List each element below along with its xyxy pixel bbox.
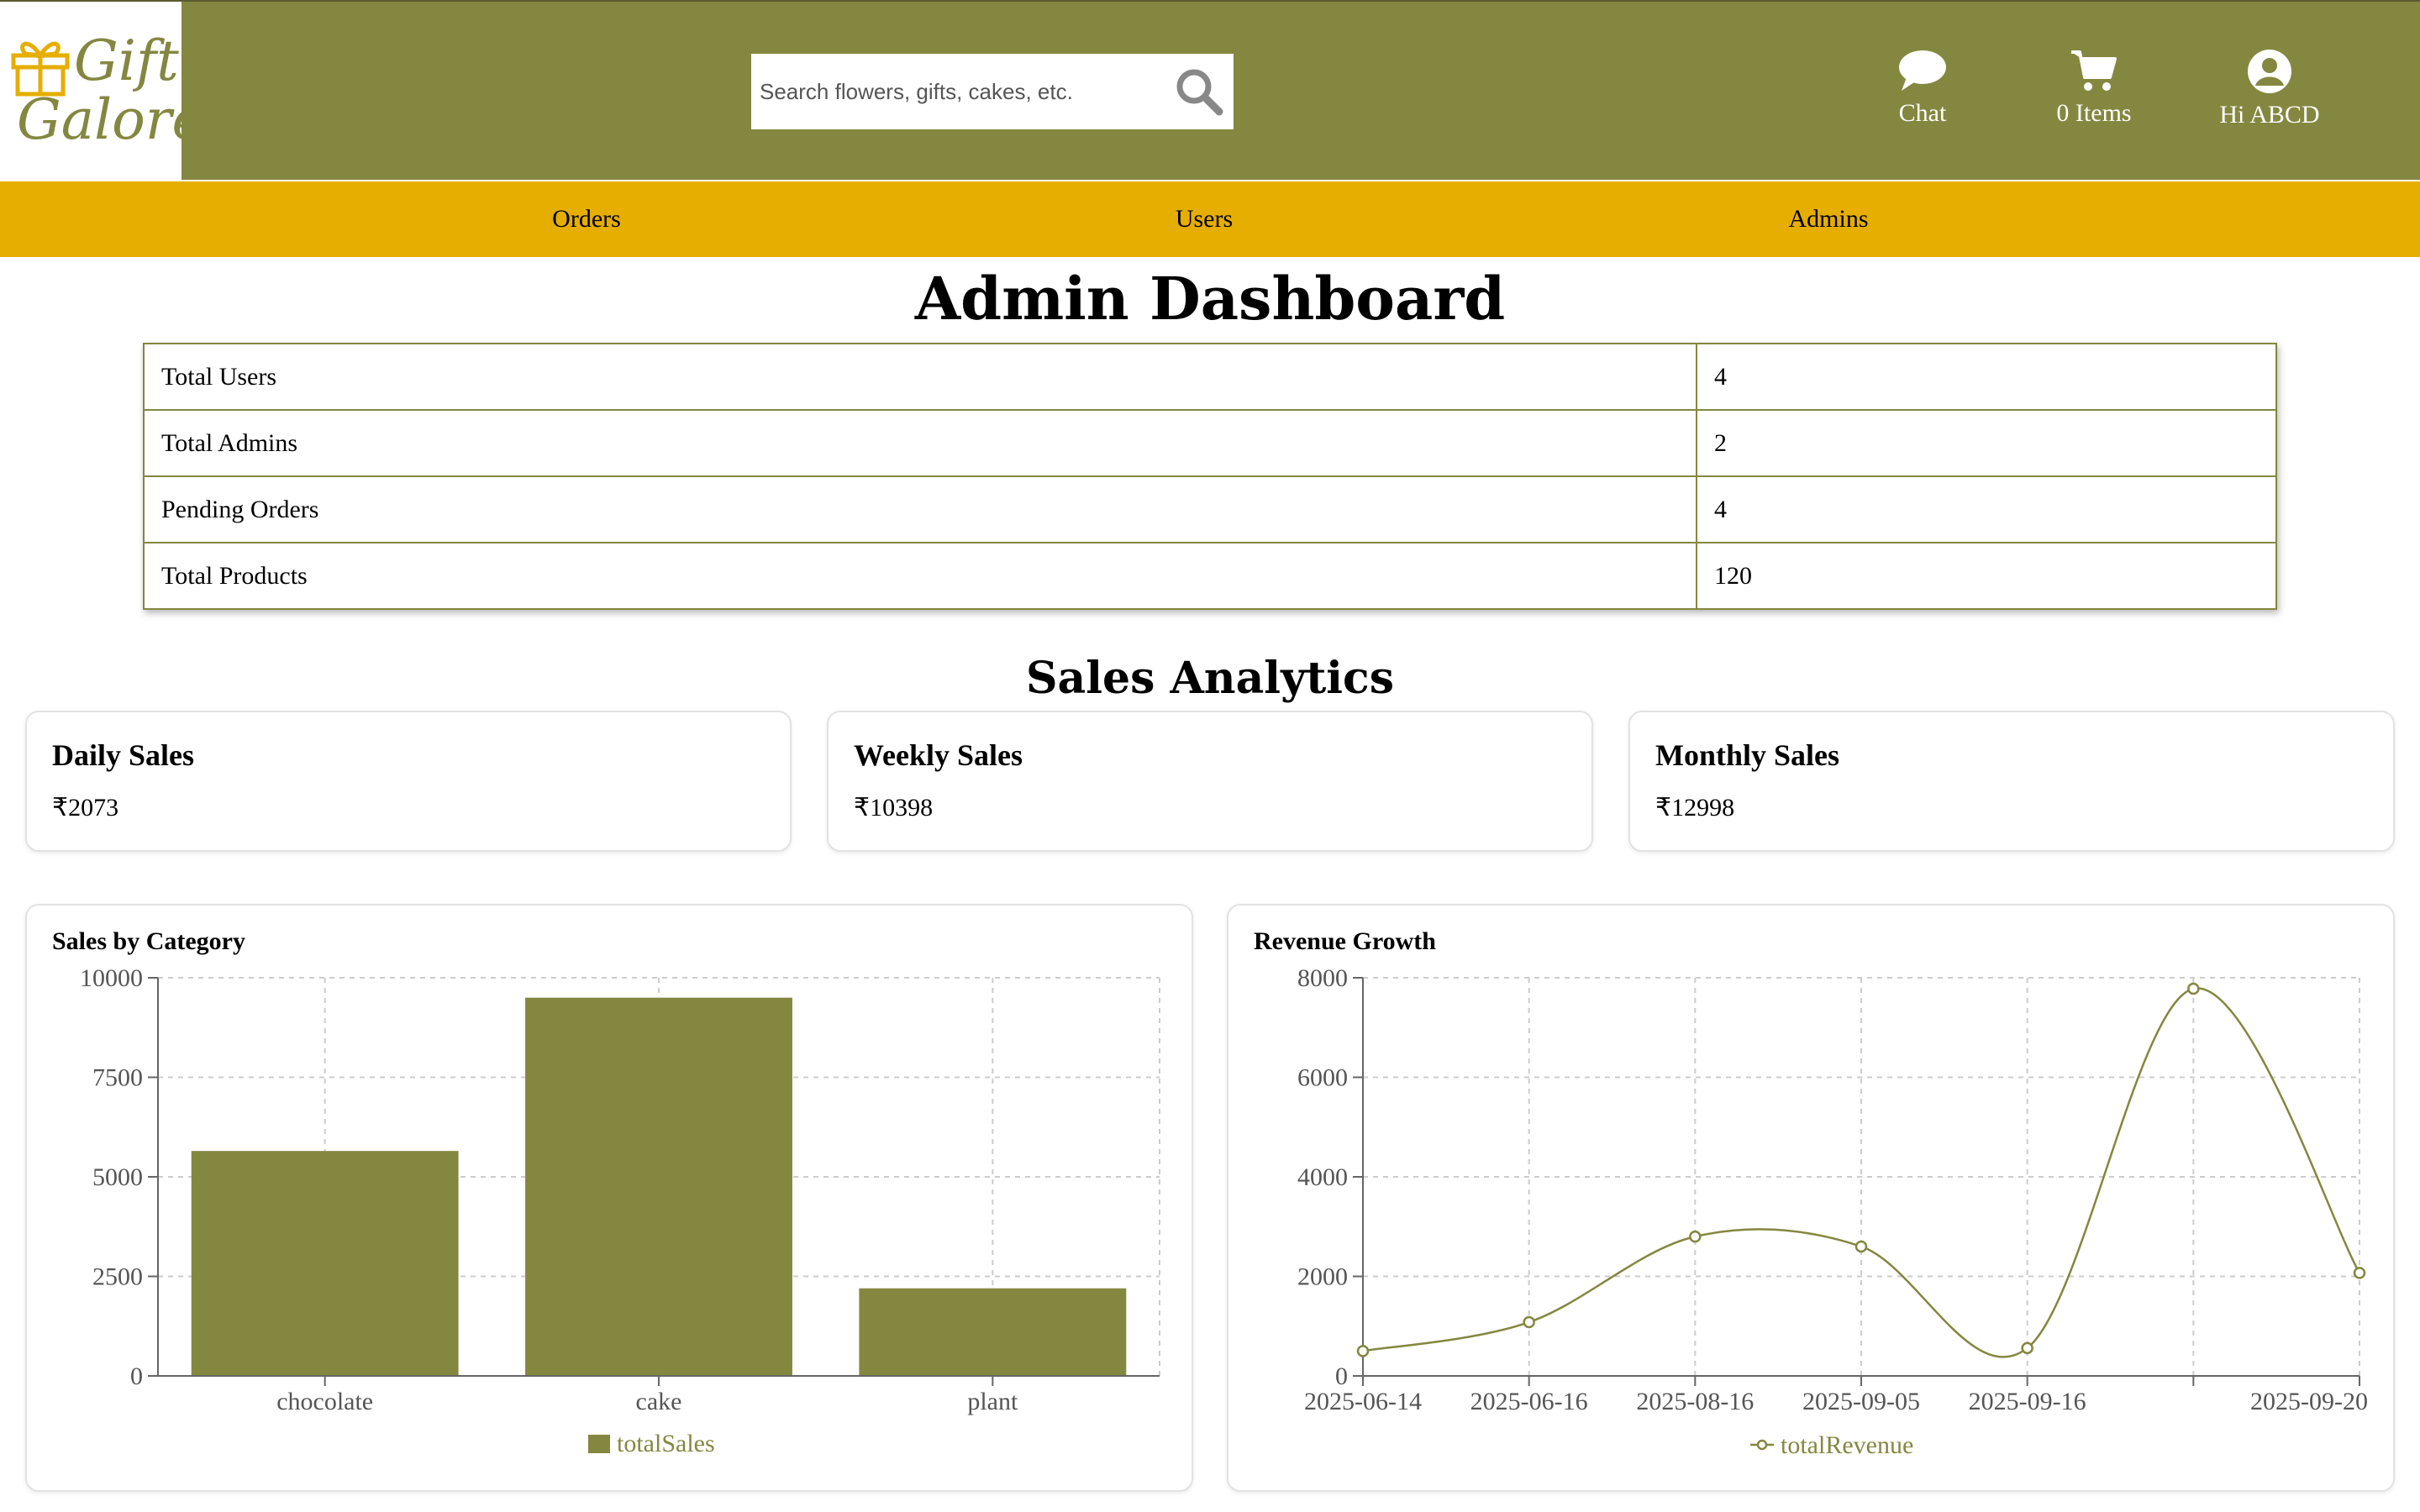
stat-label-total-users: Total Users — [143, 343, 1697, 411]
y-tick-label: 7500 — [92, 1064, 143, 1092]
table-row: Total Users 4 — [143, 343, 2277, 411]
bar-cake — [525, 997, 792, 1376]
card-value: ₹12998 — [1655, 794, 1735, 822]
bar-chocolate — [191, 1151, 459, 1376]
search-input[interactable] — [751, 54, 1155, 129]
x-tick-label: plant — [967, 1388, 1018, 1415]
x-tick-label: chocolate — [276, 1388, 373, 1415]
data-point — [2187, 982, 2200, 995]
y-tick-label: 0 — [1335, 1362, 1348, 1390]
chat-button[interactable]: Chat — [1872, 49, 1973, 141]
cart-button[interactable]: 0 Items — [2027, 49, 2161, 141]
bar-plant — [859, 1288, 1127, 1376]
card-title: Weekly Sales — [854, 738, 1023, 772]
card-value: ₹2073 — [52, 794, 119, 822]
card-value: ₹10398 — [854, 794, 934, 822]
y-tick-label: 8000 — [1297, 964, 1348, 992]
stats-table: Total Users 4 Total Admins 2 Pending Ord… — [143, 343, 2277, 610]
card-title: Daily Sales — [52, 738, 195, 772]
y-tick-label: 10000 — [80, 964, 143, 992]
stat-value-pending-orders: 4 — [1696, 475, 2277, 543]
chat-bubble-icon — [1899, 50, 1946, 91]
y-tick-label: 0 — [130, 1362, 143, 1390]
legend-swatch — [588, 1435, 610, 1453]
x-tick-label: 2025-09-05 — [1802, 1388, 1920, 1415]
revenue-growth-chart: 0 2000 4000 6000 8000 2025-06-14 2025-06-16 202… — [1297, 964, 2368, 1459]
x-tick-label: cake — [636, 1388, 682, 1415]
x-tick-label: 2025-06-14 — [1304, 1388, 1422, 1415]
stat-value-total-users: 4 — [1696, 343, 2277, 411]
cart-count-label: 0 Items — [2056, 99, 2132, 127]
site-header: Gift Galore Chat 0 Items — [0, 0, 2420, 181]
user-account-button[interactable]: Hi ABCD — [2198, 49, 2341, 141]
table-row: Total Products 120 — [143, 542, 2277, 610]
y-tick-label: 6000 — [1297, 1064, 1348, 1092]
y-tick-label: 5000 — [92, 1163, 143, 1191]
x-tick-label: 2025-08-16 — [1636, 1388, 1754, 1415]
brand-name-line2: Galore — [17, 87, 205, 152]
search-button[interactable] — [1170, 62, 1228, 121]
x-tick-label: 2025-06-16 — [1470, 1388, 1588, 1415]
x-tick-label: 2025-09-16 — [1969, 1388, 2086, 1415]
legend-label: totalRevenue — [1781, 1431, 1913, 1459]
monthly-sales-card: Monthly Sales ₹12998 — [1628, 711, 2395, 852]
y-tick-label: 2000 — [1297, 1263, 1348, 1291]
data-point — [1689, 1230, 1702, 1243]
brand-name-line1: Gift — [74, 29, 179, 93]
data-point — [1854, 1240, 1868, 1253]
legend-label: totalSales — [617, 1430, 715, 1457]
search-bar — [751, 54, 1234, 129]
nav-item-admins[interactable]: Admins — [1746, 181, 1911, 257]
sales-by-category-panel: Sales by Category 0 2500 5000 7500 10000 choc… — [25, 904, 1193, 1492]
x-tick-label: 2025-09-20 — [2250, 1388, 2368, 1415]
stat-label-total-products: Total Products — [143, 542, 1697, 610]
nav-item-orders[interactable]: Orders — [504, 181, 669, 257]
stat-label-pending-orders: Pending Orders — [143, 475, 1697, 543]
sales-analytics-title: Sales Analytics — [1026, 653, 1394, 704]
data-point — [2353, 1267, 2366, 1279]
y-tick-label: 2500 — [92, 1263, 143, 1291]
card-title: Monthly Sales — [1655, 738, 1840, 772]
stat-value-total-admins: 2 — [1696, 409, 2277, 477]
sales-by-category-chart: 0 2500 5000 7500 10000 chocolate cake plant tota… — [80, 964, 1160, 1457]
nav-item-users[interactable]: Users — [1122, 181, 1286, 257]
weekly-sales-card: Weekly Sales ₹10398 — [827, 711, 1593, 852]
data-point — [1523, 1315, 1535, 1329]
legend-marker — [1756, 1439, 1768, 1451]
user-circle-icon — [2248, 50, 2291, 93]
stat-label-total-admins: Total Admins — [143, 409, 1697, 477]
stat-value-total-products: 120 — [1696, 542, 2277, 610]
search-icon — [1176, 69, 1223, 116]
y-tick-label: 4000 — [1297, 1163, 1348, 1191]
data-point — [2021, 1341, 2033, 1355]
table-row: Total Admins 2 — [143, 409, 2277, 477]
data-point — [1356, 1345, 1370, 1357]
page-title: Admin Dashboard — [914, 264, 1506, 333]
shopping-cart-icon — [2071, 50, 2117, 91]
daily-sales-card: Daily Sales ₹2073 — [25, 711, 792, 852]
table-row: Pending Orders 4 — [143, 475, 2277, 543]
user-greeting: Hi ABCD — [2219, 101, 2320, 129]
chat-label: Chat — [1898, 99, 1947, 127]
brand-logo[interactable]: Gift Galore — [0, 2, 205, 181]
revenue-growth-panel: Revenue Growth 0 2000 4000 6000 8000 2025-06-… — [1227, 904, 2395, 1492]
admin-nav-bar: Orders Users Admins — [0, 181, 2420, 257]
